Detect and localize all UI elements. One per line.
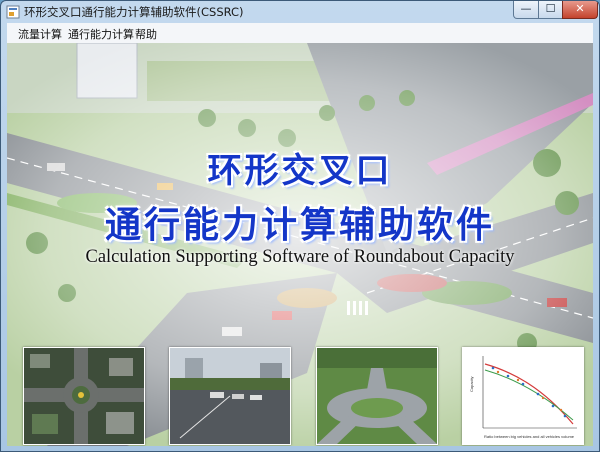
thumbnail-capacity-chart: Ratio between big vehicles and all vehic… — [462, 347, 584, 445]
window-title: 环形交叉口通行能力计算辅助软件(CSSRC) — [24, 5, 244, 19]
thumbnail-aerial-roundabout — [23, 347, 145, 445]
maximize-button[interactable]: ☐ — [538, 1, 563, 19]
thumbnail-street-photo — [169, 347, 291, 445]
app-window: 环形交叉口通行能力计算辅助软件(CSSRC) — ☐ ✕ 流量计算 通行能力计算… — [0, 0, 600, 452]
thumbnail-roundabout-render — [316, 347, 438, 445]
menu-flow-calc[interactable]: 流量计算 — [18, 26, 62, 42]
minimize-button[interactable]: — — [513, 1, 539, 19]
close-icon: ✕ — [575, 2, 585, 15]
splash-panel: 环形交叉口 通行能力计算辅助软件 Calculation Supporting … — [7, 43, 593, 446]
menu-bar: 流量计算 通行能力计算 帮助 — [7, 23, 593, 44]
title-bar[interactable]: 环形交叉口通行能力计算辅助软件(CSSRC) — ☐ ✕ — [1, 1, 599, 23]
menu-capacity-calc[interactable]: 通行能力计算 — [68, 26, 134, 42]
chart-ylabel: Capacity — [469, 376, 474, 392]
app-icon — [6, 5, 20, 19]
close-button[interactable]: ✕ — [562, 1, 598, 19]
maximize-icon: ☐ — [545, 2, 556, 15]
chart-xlabel: Ratio between big vehicles and all vehic… — [484, 434, 575, 439]
banner-title-line2: 通行能力计算辅助软件 — [104, 205, 495, 246]
banner-title-line1: 环形交叉口 — [207, 151, 393, 191]
menu-help[interactable]: 帮助 — [135, 26, 157, 42]
minimize-icon: — — [520, 2, 532, 15]
banner-subtitle: Calculation Supporting Software of Round… — [85, 247, 515, 267]
